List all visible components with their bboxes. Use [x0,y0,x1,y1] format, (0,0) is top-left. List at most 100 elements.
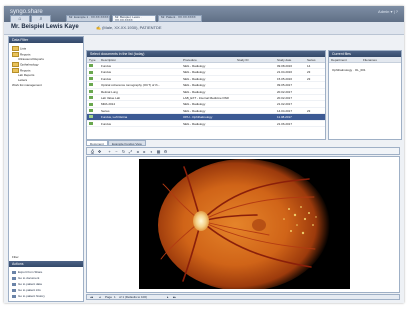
document-type-icon [89,109,93,113]
retina-photo [158,159,330,291]
row-description: Fundus [101,70,112,75]
document-type-icon [89,115,93,119]
page-number-input[interactable]: 1 [114,295,116,300]
column-procedure[interactable]: Procedure [183,58,197,62]
document-type-icon [89,77,93,81]
row-study-date: 15.05.2016 [277,76,293,81]
prev-page-icon[interactable]: ◂ [99,295,101,300]
image-viewer [86,156,400,293]
row-procedure: SEG - Radiology [183,121,206,126]
column-study-date[interactable]: Study date [277,58,291,62]
row-procedure: LAB_EXT - Internal Medicine DSR [183,95,229,100]
document-icon [12,276,16,280]
tree-item-opthalmology[interactable]: Opthalmology [12,62,39,67]
row-procedure: SEG - Radiology [183,70,206,75]
folder-icon [12,46,19,51]
row-description: Fundus [101,64,112,68]
document-type-icon [89,83,93,87]
tree-item-lab-reports[interactable]: Lab Reports [18,73,34,77]
patient-tab-1[interactable]: Mr. Example 1 · XX.XX.XXXX [66,15,110,22]
document-list-panel: Select documents in the list (today) Typ… [86,50,326,140]
action-patient-info[interactable]: Go to patient info [12,288,41,292]
column-department[interactable]: Department [331,58,347,62]
action-export[interactable]: Export from Share [12,270,42,274]
grid-icon[interactable]: ▦ [156,149,161,154]
top-navigation-bar: syngo.share Admin ▾ | ? ⌂ ⌕ Mr. Example … [4,6,404,24]
actions-header: Actions [9,261,83,267]
filter-footer[interactable]: Filter [9,255,86,259]
patient-tab-2[interactable]: Mr. Beispiel, Lewis · XX.XX.XXXX [112,15,156,22]
page-label: Page [105,295,113,299]
page-title: Mr. Beispiel Lewis Kaye [11,24,79,30]
column-description[interactable]: Description [101,58,116,62]
row-series: 23 [307,76,311,81]
row-study-date: 14.04.2017 [277,108,293,113]
pan-icon[interactable]: ✥ [97,149,102,154]
viewer-tabs: Document Example Fundus View [86,140,400,146]
application-window: syngo.share Admin ▾ | ? ⌂ ⌕ Mr. Example … [4,6,404,303]
tab-document[interactable]: Document [86,140,108,146]
row-study-date: 21.04.2016 [277,70,293,75]
last-page-icon[interactable]: ▸▸ [173,295,176,300]
tree-item-ultrasound-reports[interactable]: Ultrasound Reports [18,57,44,61]
next-page-icon[interactable]: ▸ [167,295,169,300]
first-page-icon[interactable]: ◂◂ [90,295,93,300]
row-description: Fundus, Left Retina [101,115,128,120]
print-icon[interactable]: ⎙ [90,149,95,154]
rotate-icon[interactable]: ↻ [121,149,126,154]
row-description: Optical coherence tomography (OCT) of th… [101,83,161,88]
document-type-icon [89,64,93,68]
column-type[interactable]: Type [89,58,96,62]
action-go-to-document[interactable]: Go to document [12,276,39,280]
info-icon [12,288,16,292]
row-description: Fundus [101,76,112,81]
tab-fundus-view[interactable]: Example Fundus View [108,140,146,146]
folder-icon [12,62,19,67]
document-type-icon [89,96,93,100]
column-study-id[interactable]: Study ID [237,58,249,62]
export-icon [12,270,16,274]
next-icon[interactable]: ▸ [142,149,147,154]
page-count: of 1 (Defaults to 100) [119,295,148,299]
row-study-date: 20.02.2017 [277,95,293,100]
user-menu[interactable]: Admin ▾ | ? [378,9,398,14]
zoom-in-icon[interactable]: + [107,149,112,154]
row-procedure: SEG - Radiology [183,64,206,68]
fit-icon[interactable]: ⤢ [128,149,133,154]
row-procedure: SEG - Radiology [183,102,206,107]
tree-item-lists[interactable]: Lists [12,46,26,51]
document-type-icon [89,102,93,106]
patient-header: Mr. Beispiel Lewis Kaye ✍ (Male, XX.XX.1… [4,22,404,35]
action-patient-data[interactable]: Go to patient data [12,282,42,286]
column-series[interactable]: Series [307,58,316,62]
column-filenames[interactable]: Filenames [363,58,377,62]
current-files-panel: Current files Department Filenames Ophth… [328,50,402,140]
settings-icon[interactable]: ⚙ [163,149,168,154]
table-row[interactable]: Fundus SEG - Radiology 21.06.2017 [87,121,325,127]
patient-icon [12,282,16,286]
row-description: Retinal Lung [101,89,118,94]
row-study-date: 09.08.2016 [277,64,293,68]
document-type-icon [89,121,93,125]
row-study-date: 20.02.2017 [277,89,293,94]
fundus-image[interactable] [139,159,350,291]
patient-details: ✍ (Male, XX.XX.1930), PATIENTDE [96,25,162,30]
row-procedure: SEG - Radiology [183,83,206,88]
patient-tab-3[interactable]: Mr. Patient · XX.XX.XXXX [158,15,202,22]
tree-item-letters[interactable]: Letters [18,78,27,82]
row-procedure: SEG - Radiology [183,76,206,81]
row-study-date: 11.08.2017 [277,115,292,120]
row-description: Series [101,108,110,113]
prev-icon[interactable]: ◂ [135,149,140,154]
action-patient-history[interactable]: Go to patient history [12,294,45,298]
row-procedure: OPH - Ophthalmology [183,115,213,120]
current-file-row[interactable]: Ophthalmology · OL_001 [332,68,366,72]
zoom-out-icon[interactable]: − [114,149,119,154]
document-list-rows: Fundus SEG - Radiology 09.08.2016 14 Fundus S… [87,63,325,127]
row-procedure: SEG - Radiology [183,89,206,94]
tree-item-worklist[interactable]: Work list management [12,83,42,87]
viewer-toolbar: ⎙ ✥ + − ↻ ⤢ ◂ ▸ ◐ ▦ ⚙ [86,147,400,155]
page-navigator: ◂◂ ◂ Page 1 of 1 (Defaults to 100) ▸ ▸▸ [86,294,400,300]
row-description: Fundus [101,121,112,126]
contrast-icon[interactable]: ◐ [149,149,154,154]
